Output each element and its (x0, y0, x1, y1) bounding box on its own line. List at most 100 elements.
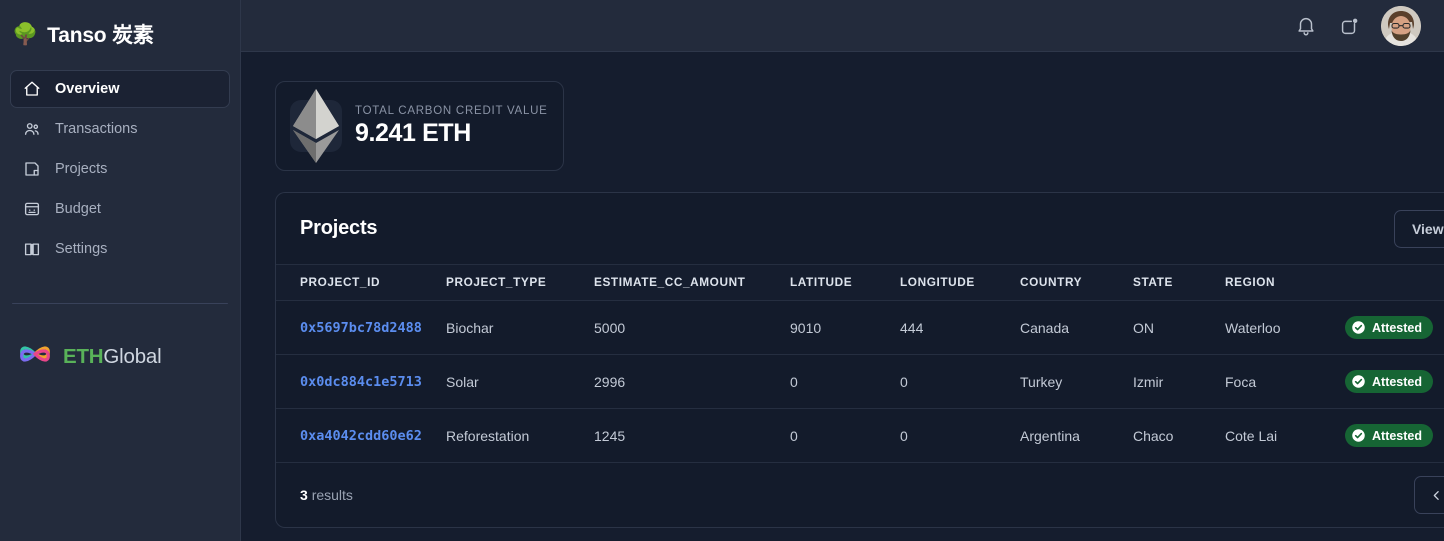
app-root: 🌳 Tanso 炭素 Overview Transactions Project… (0, 0, 1444, 541)
view-all-button[interactable]: View all (1393, 209, 1444, 248)
column-header-project-id[interactable]: PROJECT_ID (276, 264, 446, 301)
status-badge: Attested (1345, 316, 1434, 339)
stat-value: 9.241 ETH (355, 118, 471, 147)
sidebar-item-projects[interactable]: Projects (10, 150, 230, 188)
check-circle-icon (1351, 428, 1366, 443)
cell-estimate-cc-amount: 2996 (594, 354, 790, 409)
sidebar-item-label: Settings (55, 241, 108, 257)
brand-title: Tanso 炭素 (47, 24, 154, 47)
cell-latitude: 0 (790, 354, 900, 409)
table-body: 0x5697bc78d2488 Biochar 5000 9010 444 Ca… (276, 300, 1444, 463)
table-row[interactable]: 0x0dc884c1e5713 Solar 2996 0 0 Turkey Iz… (276, 354, 1444, 409)
sidebar-item-label: Overview (55, 81, 120, 97)
project-id-link[interactable]: 0xa4042cdd60e62 (300, 428, 422, 444)
column-header-project-type[interactable]: PROJECT_TYPE (446, 264, 594, 301)
sidebar-item-label: Budget (55, 201, 101, 217)
panel-footer: 3 results Prev Next (276, 463, 1444, 527)
book-icon (23, 240, 41, 258)
panel-header: Projects View all + Create (276, 193, 1444, 264)
ethglobal-atom-icon (16, 335, 54, 378)
column-header-estimate-cc-amount[interactable]: ESTIMATE_CC_AMOUNT (594, 264, 790, 301)
cell-state: ON (1133, 300, 1225, 355)
ethglobal-wordmark: ETHGlobal (63, 344, 162, 369)
cell-project-id: 0x5697bc78d2488 (276, 300, 446, 355)
table-header-row: PROJECT_ID PROJECT_TYPE ESTIMATE_CC_AMOU… (276, 264, 1444, 301)
cell-region: Cote Lai (1225, 408, 1345, 463)
avatar[interactable] (1381, 5, 1421, 46)
sidebar-item-transactions[interactable]: Transactions (10, 110, 230, 148)
ethglobal-bold: ETH (63, 344, 104, 368)
cell-state: Chaco (1133, 408, 1225, 463)
sidebar-item-settings[interactable]: Settings (10, 230, 230, 268)
users-icon (23, 120, 41, 138)
table-row[interactable]: 0xa4042cdd60e62 Reforestation 1245 0 0 A… (276, 408, 1444, 463)
status-badge: Attested (1345, 424, 1434, 447)
stat-label: TOTAL CARBON CREDIT VALUE (355, 104, 548, 117)
topbar (241, 0, 1444, 52)
cell-country: Canada (1020, 300, 1133, 355)
content-area: TOTAL CARBON CREDIT VALUE 9.241 ETH Proj… (241, 52, 1444, 541)
cell-project-id: 0xa4042cdd60e62 (276, 408, 446, 463)
cell-longitude: 0 (900, 354, 1020, 409)
column-header-latitude[interactable]: LATITUDE (790, 264, 900, 301)
table-header: PROJECT_ID PROJECT_TYPE ESTIMATE_CC_AMOU… (276, 264, 1444, 301)
ethglobal-brand[interactable]: ETHGlobal (0, 304, 240, 378)
ethglobal-light: Global (103, 344, 162, 368)
results-count: 3 results (300, 487, 353, 503)
cell-project-type: Solar (446, 354, 594, 409)
cell-latitude: 0 (790, 408, 900, 463)
cell-state: Izmir (1133, 354, 1225, 409)
cell-estimate-cc-amount: 5000 (594, 300, 790, 355)
sidebar-item-label: Projects (55, 161, 108, 177)
cell-region: Waterloo (1225, 300, 1345, 355)
column-header-longitude[interactable]: LONGITUDE (900, 264, 1020, 301)
main-area: TOTAL CARBON CREDIT VALUE 9.241 ETH Proj… (241, 0, 1444, 541)
pagination: Prev Next (1414, 463, 1444, 527)
note-icon (23, 160, 41, 178)
column-header-country[interactable]: COUNTRY (1020, 264, 1133, 301)
table-row[interactable]: 0x5697bc78d2488 Biochar 5000 9010 444 Ca… (276, 300, 1444, 355)
inbox-badge-icon[interactable] (1338, 15, 1360, 37)
bell-icon[interactable] (1295, 15, 1317, 37)
sidebar-item-overview[interactable]: Overview (10, 70, 230, 108)
cell-project-id: 0x0dc884c1e5713 (276, 354, 446, 409)
results-label: results (311, 487, 353, 503)
project-id-link[interactable]: 0x0dc884c1e5713 (300, 374, 422, 390)
projects-table: PROJECT_ID PROJECT_TYPE ESTIMATE_CC_AMOU… (276, 264, 1444, 463)
home-icon (23, 80, 41, 98)
ethereum-icon (290, 89, 342, 163)
cell-latitude: 9010 (790, 300, 900, 355)
cell-project-type: Biochar (446, 300, 594, 355)
cell-project-type: Reforestation (446, 408, 594, 463)
projects-panel: Projects View all + Create PROJECT_ID PR… (275, 192, 1444, 528)
calendar-icon (23, 200, 41, 218)
project-id-link[interactable]: 0x5697bc78d2488 (300, 320, 422, 336)
check-circle-icon (1351, 374, 1366, 389)
cell-country: Argentina (1020, 408, 1133, 463)
panel-actions: View all + Create (1393, 193, 1444, 264)
prev-button[interactable]: Prev (1414, 476, 1444, 514)
stat-texts: TOTAL CARBON CREDIT VALUE 9.241 ETH (355, 105, 548, 148)
sidebar: 🌳 Tanso 炭素 Overview Transactions Project… (0, 0, 241, 541)
column-header-state[interactable]: STATE (1133, 264, 1225, 301)
results-number: 3 (300, 487, 308, 503)
cell-status: Attested (1345, 354, 1444, 409)
sidebar-nav: Overview Transactions Projects Budget Se… (0, 70, 240, 268)
sidebar-item-budget[interactable]: Budget (10, 190, 230, 228)
cell-country: Turkey (1020, 354, 1133, 409)
status-badge-label: Attested (1372, 374, 1423, 389)
cell-estimate-cc-amount: 1245 (594, 408, 790, 463)
status-badge-label: Attested (1372, 320, 1423, 335)
cell-region: Foca (1225, 354, 1345, 409)
column-header-region[interactable]: REGION (1225, 264, 1345, 301)
total-carbon-credit-card: TOTAL CARBON CREDIT VALUE 9.241 ETH (275, 81, 564, 171)
page-title: Projects (300, 217, 378, 239)
sidebar-item-label: Transactions (55, 121, 138, 137)
check-circle-icon (1351, 320, 1366, 335)
brand[interactable]: 🌳 Tanso 炭素 (0, 0, 240, 52)
tree-icon: 🌳 (12, 22, 39, 46)
cell-longitude: 0 (900, 408, 1020, 463)
cell-longitude: 444 (900, 300, 1020, 355)
cell-status: Attested (1345, 408, 1444, 463)
status-badge-label: Attested (1372, 428, 1423, 443)
